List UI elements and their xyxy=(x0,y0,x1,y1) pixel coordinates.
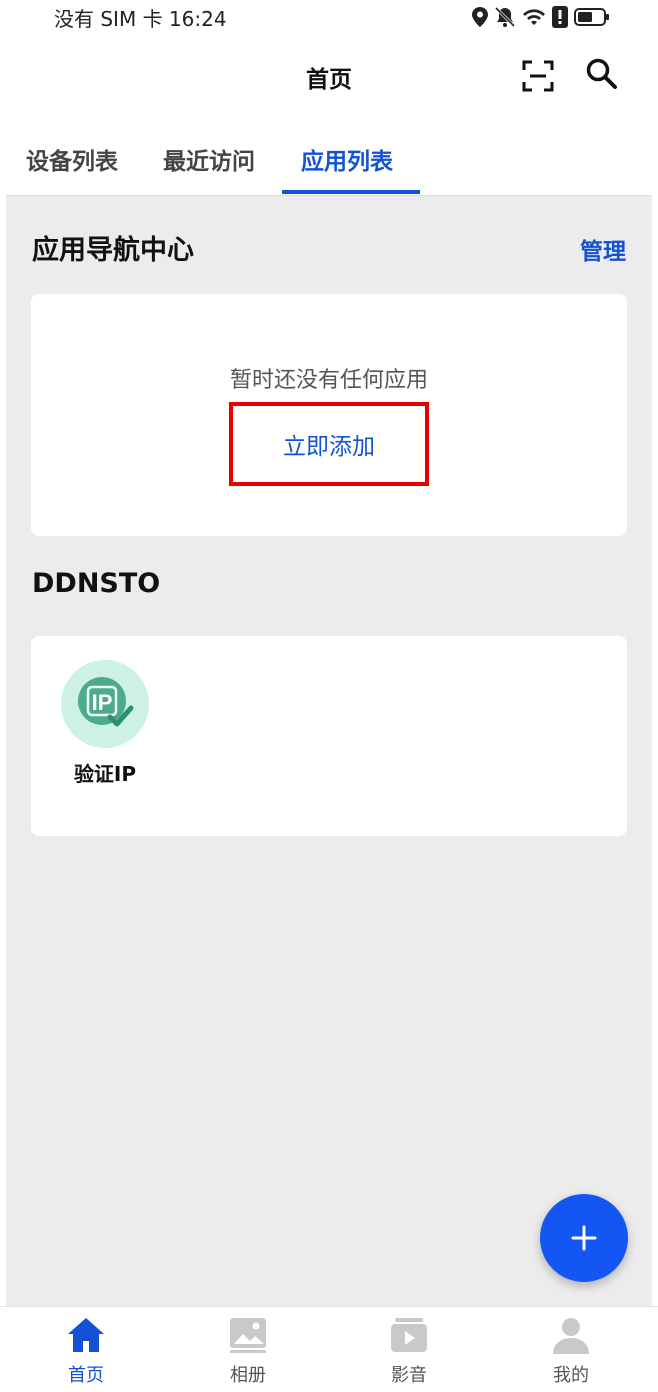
search-button[interactable] xyxy=(584,56,620,92)
nav-profile[interactable]: 我的 xyxy=(526,1315,616,1389)
nav-media-label: 影音 xyxy=(391,1365,427,1386)
media-icon xyxy=(387,1315,431,1355)
nav-gallery[interactable]: 相册 xyxy=(203,1315,293,1389)
bottom-nav: 首页 相册 影音 我的 xyxy=(0,1306,658,1392)
status-carrier-time: 没有 SIM 卡 16:24 xyxy=(54,7,227,31)
scan-icon xyxy=(522,60,554,92)
manage-button[interactable]: 管理 xyxy=(580,232,626,266)
app-header: 首页 xyxy=(0,34,658,120)
main-content: 应用导航中心 管理 暂时还没有任何应用 立即添加 DDNSTO IP 验证IP xyxy=(6,196,652,1306)
tab-active-indicator xyxy=(282,190,420,194)
add-now-label: 立即添加 xyxy=(283,434,375,460)
nav-profile-label: 我的 xyxy=(553,1365,589,1386)
tab-recent-visits[interactable]: 最近访问 xyxy=(163,142,255,176)
plus-icon xyxy=(571,1225,597,1251)
nav-home-label: 首页 xyxy=(68,1365,104,1386)
search-icon xyxy=(586,58,617,89)
wifi-icon xyxy=(522,7,546,27)
nav-media[interactable]: 影音 xyxy=(364,1315,454,1389)
page-title: 首页 xyxy=(306,67,352,93)
profile-icon xyxy=(549,1315,593,1355)
app-center-title: 应用导航中心 xyxy=(32,235,194,266)
bell-muted-icon xyxy=(494,6,516,28)
tab-app-list[interactable]: 应用列表 xyxy=(301,142,393,176)
battery-icon xyxy=(574,7,610,27)
app-label: 验证IP xyxy=(73,762,137,786)
svg-text:IP: IP xyxy=(92,690,113,715)
location-icon xyxy=(472,7,488,27)
status-icons xyxy=(472,5,610,29)
add-now-button[interactable]: 立即添加 xyxy=(229,402,429,486)
scan-button[interactable] xyxy=(520,58,556,94)
empty-state-text: 暂时还没有任何应用 xyxy=(229,368,428,393)
app-center-card: 暂时还没有任何应用 立即添加 xyxy=(31,294,627,536)
ip-verify-icon: IP xyxy=(61,660,149,748)
add-fab-button[interactable] xyxy=(540,1194,628,1282)
home-icon xyxy=(64,1315,108,1355)
alert-icon xyxy=(552,6,568,28)
ddnsto-card: IP 验证IP xyxy=(31,636,627,836)
ddnsto-title: DDNSTO xyxy=(32,568,161,599)
tab-device-list[interactable]: 设备列表 xyxy=(26,142,118,176)
status-bar: 没有 SIM 卡 16:24 xyxy=(0,0,658,34)
nav-gallery-label: 相册 xyxy=(230,1365,266,1386)
tab-bar: 设备列表 最近访问 应用列表 xyxy=(6,120,652,196)
app-item-verify-ip[interactable]: IP 验证IP xyxy=(61,660,149,787)
nav-home[interactable]: 首页 xyxy=(41,1315,131,1389)
gallery-icon xyxy=(226,1315,270,1355)
